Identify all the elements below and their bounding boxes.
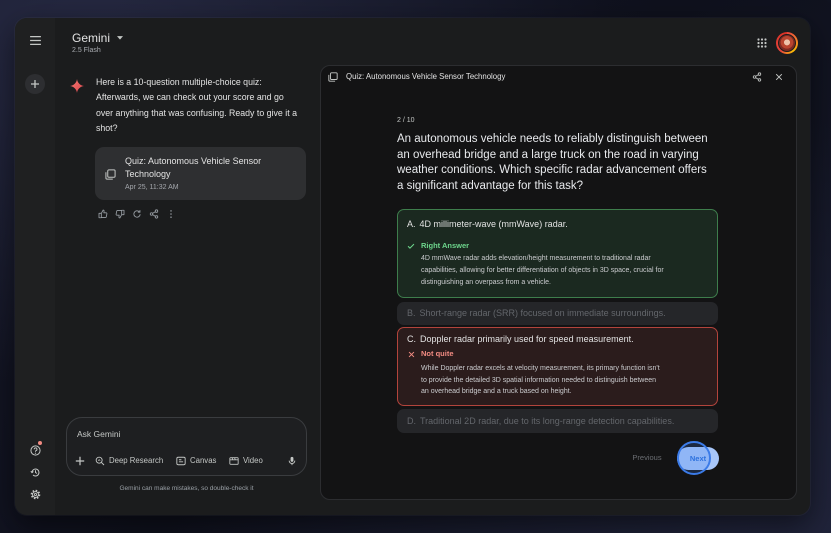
model-selector[interactable]: Gemini [72, 31, 124, 45]
option-text: 4D millimeter-wave (mmWave) radar. [419, 218, 568, 229]
more-options-icon[interactable] [166, 209, 177, 220]
tool-label: Deep Research [109, 456, 164, 465]
feedback-line: 4D mmWave radar adds elevation/height me… [421, 255, 651, 262]
feedback-line: an overhead bridge and a truck based on … [421, 388, 572, 396]
plus-icon [30, 79, 40, 89]
share-icon[interactable] [149, 209, 160, 220]
regenerate-icon[interactable] [132, 209, 143, 220]
option-letter: B. [407, 308, 416, 318]
question-line: a significant advantage for this task? [397, 179, 584, 192]
card-title-line: Quiz: Autonomous Vehicle Sensor [125, 155, 262, 166]
feedback-label: Right Answer [421, 241, 470, 250]
menu-icon[interactable] [27, 32, 43, 48]
quiz-panel: Quiz: Autonomous Vehicle Sensor Technolo… [320, 65, 797, 500]
tool-label: Canvas [190, 456, 217, 465]
notification-dot [38, 441, 42, 445]
quiz-artifact-card[interactable]: Quiz: Autonomous Vehicle Sensor Technolo… [95, 147, 306, 200]
help-icon[interactable] [28, 443, 42, 457]
option-text: Short-range radar (SRR) focused on immed… [419, 308, 666, 318]
question-progress: 2 / 10 [397, 116, 415, 124]
option-label: A. 4D millimeter-wave (mmWave) radar. [407, 219, 568, 230]
card-title-line: Technology [125, 168, 171, 179]
feedback-explanation: While Doppler radar excels at velocity m… [421, 363, 660, 398]
check-icon [407, 242, 416, 251]
app-title: Gemini [72, 31, 111, 45]
close-icon [407, 350, 416, 359]
message-line: Afterwards, we can check out your score … [96, 92, 284, 103]
deep-research-icon [95, 456, 105, 466]
message-line: over anything that was confusing. Ready … [96, 107, 297, 118]
next-button[interactable]: Next [677, 447, 719, 470]
apps-grid-icon[interactable] [755, 36, 769, 50]
settings-icon[interactable] [28, 487, 42, 501]
disclaimer-text: Gemini can make mistakes, so double-chec… [119, 485, 254, 492]
next-label: Next [689, 454, 707, 463]
avatar-image [778, 34, 796, 52]
thumbs-down-icon[interactable] [115, 209, 126, 220]
tool-label: Video [243, 456, 263, 465]
canvas-button[interactable]: Canvas [176, 455, 216, 467]
prompt-composer: Deep Research Canvas Video [66, 417, 307, 476]
card-timestamp: Apr 25, 11:32 AM [125, 183, 179, 191]
option-letter: D. [407, 415, 416, 426]
sidebar [15, 18, 55, 515]
canvas-icon [176, 456, 186, 466]
option-text: Doppler radar primarily used for speed m… [420, 333, 634, 344]
option-text: Traditional 2D radar, due to its long-ra… [420, 415, 675, 426]
account-avatar[interactable] [776, 32, 798, 54]
question-line: weather conditions. Which specific radar… [397, 164, 707, 177]
activity-icon[interactable] [28, 465, 42, 479]
feedback-label: Not quite [421, 349, 454, 358]
option-letter: C. [407, 333, 416, 344]
close-icon[interactable] [774, 72, 784, 82]
assistant-message: Here is a 10-question multiple-choice qu… [96, 75, 324, 136]
message-line: shot? [96, 122, 118, 133]
feedback-line: to provide the detailed 3D spatial infor… [421, 376, 657, 384]
new-chat-button[interactable] [25, 74, 45, 94]
question-text: An autonomous vehicle needs to reliably … [397, 132, 727, 194]
quiz-stack-icon [104, 168, 116, 180]
option-label: C. Doppler radar primarily used for speed… [407, 334, 634, 345]
question-line: An autonomous vehicle needs to reliably … [397, 133, 708, 146]
feedback-line: While Doppler radar excels at velocity m… [421, 365, 660, 372]
caret-down-icon [117, 36, 124, 40]
app-window: Gemini 2.5 Flash Here is a 10-question m… [15, 18, 810, 515]
feedback-line: capabilities, allowing for better differ… [421, 267, 664, 274]
thumbs-up-icon[interactable] [98, 209, 109, 220]
gemini-sparkle-icon [70, 79, 85, 94]
prompt-input[interactable] [77, 427, 292, 441]
message-line: Here is a 10-question multiple-choice qu… [96, 77, 262, 87]
previous-button[interactable]: Previous [627, 453, 667, 463]
question-line: an overhead bridge and a large truck on … [397, 148, 699, 161]
option-label: B. Short-range radar (SRR) focused on imm… [407, 308, 666, 319]
card-title: Quiz: Autonomous Vehicle Sensor Technolo… [125, 155, 261, 181]
model-name: 2.5 Flash [72, 47, 101, 54]
answer-option-c[interactable]: C. Doppler radar primarily used for speed… [397, 327, 718, 406]
video-icon [229, 456, 239, 466]
microphone-icon[interactable] [287, 456, 298, 467]
deep-research-button[interactable]: Deep Research [95, 455, 163, 467]
quiz-stack-icon [328, 72, 339, 83]
answer-option-d[interactable]: D. Traditional 2D radar, due to its long-… [397, 409, 718, 433]
quiz-panel-title: Quiz: Autonomous Vehicle Sensor Technolo… [346, 72, 506, 81]
video-button[interactable]: Video [229, 455, 263, 467]
add-attachment-button[interactable] [75, 456, 86, 467]
feedback-line: distinguishing an overpass from a vehicl… [421, 279, 551, 286]
answer-option-b[interactable]: B. Short-range radar (SRR) focused on imm… [397, 302, 718, 325]
option-letter: A. [407, 218, 416, 229]
option-label: D. Traditional 2D radar, due to its long-… [407, 416, 674, 427]
feedback-explanation: 4D mmWave radar adds elevation/height me… [421, 253, 664, 289]
answer-option-a[interactable]: A. 4D millimeter-wave (mmWave) radar. Rig… [397, 209, 718, 298]
share-icon[interactable] [752, 72, 763, 83]
